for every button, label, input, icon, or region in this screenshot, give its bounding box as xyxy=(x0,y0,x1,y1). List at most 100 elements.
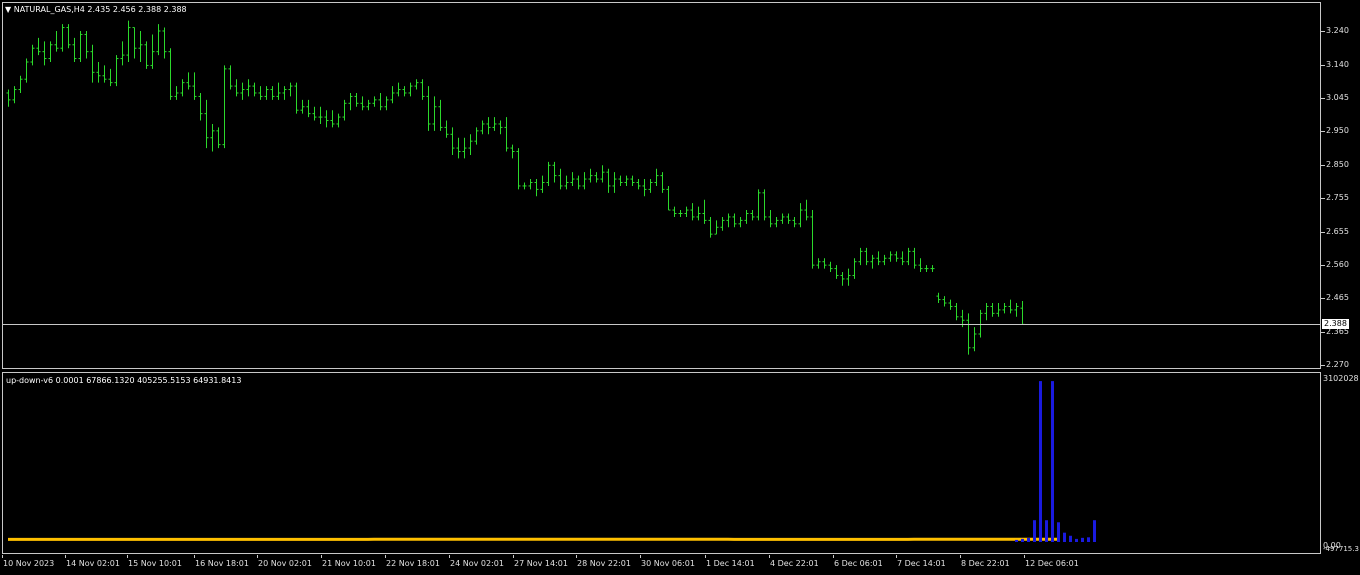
ohlc-bar xyxy=(444,120,449,138)
ohlc-bar xyxy=(756,189,761,221)
indicator-bar xyxy=(1051,381,1054,542)
ohlc-bar xyxy=(648,179,653,193)
indicator-bar xyxy=(1015,539,1018,542)
ohlc-bar xyxy=(408,82,413,97)
ohlc-bar xyxy=(750,210,755,221)
indicator-bar xyxy=(1021,538,1024,542)
ohlc-bar xyxy=(798,203,803,228)
ohlc-bar xyxy=(390,86,395,104)
ohlc-bar xyxy=(72,37,77,62)
ohlc-bar xyxy=(984,303,989,321)
ohlc-bar xyxy=(270,86,275,100)
ohlc-bar xyxy=(900,251,905,266)
ohlc-bar xyxy=(990,303,995,317)
ohlc-bar xyxy=(546,161,551,186)
ohlc-bar xyxy=(192,72,197,100)
ohlc-bar xyxy=(12,86,17,104)
ohlc-bar xyxy=(570,172,575,186)
ohlc-bar xyxy=(768,210,773,228)
ohlc-bar xyxy=(774,216,779,228)
ohlc-bar xyxy=(720,216,725,231)
ohlc-bar xyxy=(966,313,971,355)
ohlc-bar xyxy=(732,213,737,228)
ohlc-bar xyxy=(252,82,257,97)
ohlc-bar xyxy=(54,31,59,52)
ohlc-bar xyxy=(222,65,227,149)
ohlc-bar xyxy=(342,99,347,121)
ohlc-bar xyxy=(360,96,365,111)
ohlc-bar xyxy=(42,41,47,66)
ohlc-bar xyxy=(228,65,233,90)
ohlc-bar xyxy=(558,168,563,190)
ohlc-bar xyxy=(66,24,71,49)
ohlc-bar xyxy=(90,44,95,83)
ohlc-bar xyxy=(174,86,179,100)
ohlc-bar xyxy=(480,120,485,135)
ohlc-bar xyxy=(834,265,839,279)
ohlc-bar xyxy=(504,117,509,152)
ohlc-bar xyxy=(954,303,959,321)
ohlc-bar xyxy=(144,41,149,69)
ohlc-bar xyxy=(702,199,707,224)
ohlc-bar xyxy=(474,127,479,145)
ohlc-bar xyxy=(714,220,719,235)
ohlc-bar xyxy=(996,303,1001,317)
ohlc-bar xyxy=(384,96,389,111)
ohlc-bar xyxy=(84,31,89,59)
ohlc-bar xyxy=(186,72,191,90)
ohlc-bar xyxy=(264,86,269,100)
ohlc-bar xyxy=(108,68,113,87)
ohlc-bar xyxy=(822,258,827,269)
ohlc-bar xyxy=(306,99,311,118)
ohlc-bar xyxy=(300,99,305,114)
ohlc-bar xyxy=(642,179,647,197)
ohlc-bar xyxy=(510,144,515,159)
ohlc-bar xyxy=(660,172,665,193)
ohlc-bar xyxy=(516,148,521,190)
ohlc-bar xyxy=(612,172,617,193)
ohlc-bar xyxy=(198,92,203,121)
ohlc-bar xyxy=(786,213,791,224)
ohlc-bar xyxy=(330,110,335,128)
indicator-bar xyxy=(1039,381,1042,542)
ohlc-bar xyxy=(696,206,701,221)
ohlc-bar xyxy=(150,34,155,69)
ohlc-bar xyxy=(870,254,875,269)
ohlc-bar xyxy=(636,179,641,190)
ohlc-bar xyxy=(18,75,23,93)
ohlc-bar xyxy=(282,86,287,100)
ohlc-bar xyxy=(438,99,443,131)
ohlc-bar xyxy=(312,106,317,121)
ohlc-bar xyxy=(114,55,119,87)
ohlc-bar xyxy=(210,123,215,152)
ohlc-bar xyxy=(918,258,923,273)
ohlc-bar xyxy=(120,41,125,66)
indicator-bar xyxy=(1027,537,1030,542)
ohlc-bar xyxy=(60,24,65,52)
ohlc-bar xyxy=(1014,303,1019,317)
indicator-bar xyxy=(1087,537,1090,542)
ohlc-bar xyxy=(978,309,983,338)
ohlc-bar xyxy=(912,247,917,269)
ohlc-bar xyxy=(36,37,41,56)
ohlc-bar xyxy=(354,92,359,107)
ohlc-bar xyxy=(972,327,977,352)
indicator-bar xyxy=(1081,537,1084,542)
ohlc-bar xyxy=(540,175,545,193)
ohlc-bar xyxy=(402,86,407,97)
ohlc-bar xyxy=(366,99,371,111)
indicator-bar xyxy=(1075,538,1078,542)
indicator-bar xyxy=(1033,520,1036,542)
ohlc-bar xyxy=(246,79,251,97)
ohlc-bar xyxy=(126,20,131,62)
ohlc-bar xyxy=(552,161,557,183)
indicator-bar xyxy=(1063,532,1066,542)
ohlc-bar xyxy=(216,127,221,149)
ohlc-bar xyxy=(30,44,35,66)
ohlc-bar xyxy=(1002,303,1007,314)
ohlc-bar xyxy=(414,79,419,90)
ohlc-bar xyxy=(156,24,161,56)
ohlc-bar xyxy=(324,110,329,128)
ohlc-bar xyxy=(336,113,341,128)
ohlc-bar xyxy=(780,213,785,224)
